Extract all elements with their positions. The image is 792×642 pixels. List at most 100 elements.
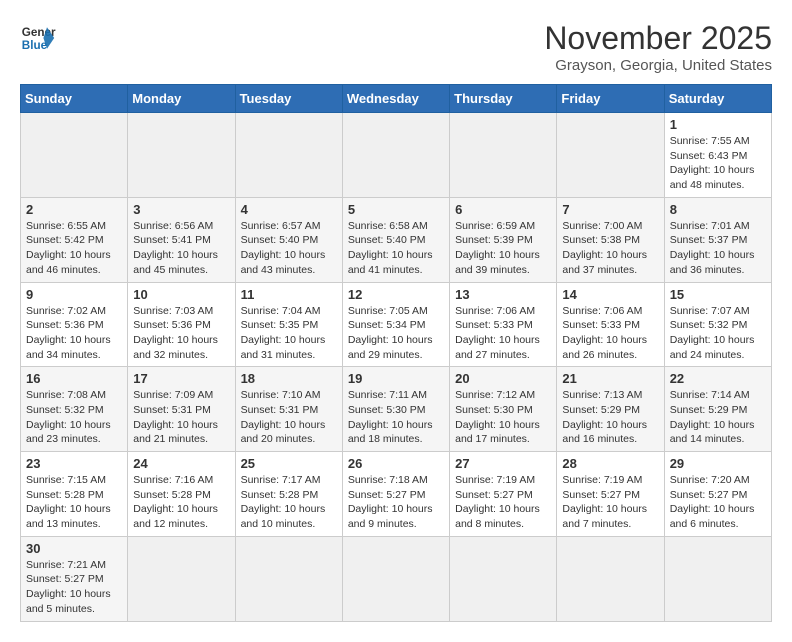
day-number: 12 <box>348 287 444 302</box>
column-header-sunday: Sunday <box>21 85 128 113</box>
location: Grayson, Georgia, United States <box>544 57 772 74</box>
calendar-cell <box>557 536 664 621</box>
logo-icon: General Blue <box>20 20 56 56</box>
logo: General Blue <box>20 20 56 56</box>
day-number: 3 <box>133 202 229 217</box>
day-number: 30 <box>26 541 122 556</box>
calendar-cell: 9Sunrise: 7:02 AM Sunset: 5:36 PM Daylig… <box>21 282 128 367</box>
calendar-cell: 12 Sunrise: 7:05 AM Sunset: 5:34 PM Dayli… <box>342 282 449 367</box>
day-info: Sunrise: 7:12 AM Sunset: 5:30 PM Dayligh… <box>455 388 551 447</box>
column-header-tuesday: Tuesday <box>235 85 342 113</box>
calendar-cell <box>342 113 449 198</box>
column-header-thursday: Thursday <box>450 85 557 113</box>
day-info: Sunrise: 7:17 AM Sunset: 5:28 PM Dayligh… <box>241 473 337 532</box>
day-info: Sunrise: 7:08 AM Sunset: 5:32 PM Dayligh… <box>26 388 122 447</box>
calendar-cell: 24 Sunrise: 7:16 AM Sunset: 5:28 PM Dayli… <box>128 452 235 537</box>
calendar-table: SundayMondayTuesdayWednesdayThursdayFrid… <box>20 84 772 622</box>
day-info: Sunrise: 7:16 AM Sunset: 5:28 PM Dayligh… <box>133 473 229 532</box>
calendar-cell: 2 Sunrise: 6:55 AM Sunset: 5:42 PM Daylig… <box>21 197 128 282</box>
day-number: 6 <box>455 202 551 217</box>
day-number: 11 <box>241 287 337 302</box>
calendar-cell: 27 Sunrise: 7:19 AM Sunset: 5:27 PM Dayli… <box>450 452 557 537</box>
calendar-cell: 22 Sunrise: 7:14 AM Sunset: 5:29 PM Dayli… <box>664 367 771 452</box>
calendar-cell <box>664 536 771 621</box>
calendar-cell <box>342 536 449 621</box>
title-block: November 2025 Grayson, Georgia, United S… <box>544 20 772 74</box>
calendar-week-row: 16 Sunrise: 7:08 AM Sunset: 5:32 PM Dayli… <box>21 367 772 452</box>
calendar-cell: 18 Sunrise: 7:10 AM Sunset: 5:31 PM Dayli… <box>235 367 342 452</box>
day-info: Sunrise: 7:03 AM Sunset: 5:36 PM Dayligh… <box>133 304 229 363</box>
calendar-cell: 4Sunrise: 6:57 AM Sunset: 5:40 PM Daylig… <box>235 197 342 282</box>
day-info: Sunrise: 7:06 AM Sunset: 5:33 PM Dayligh… <box>562 304 658 363</box>
day-info: Sunrise: 7:10 AM Sunset: 5:31 PM Dayligh… <box>241 388 337 447</box>
calendar-cell <box>21 113 128 198</box>
day-info: Sunrise: 7:55 AM Sunset: 6:43 PM Dayligh… <box>670 134 766 193</box>
calendar-cell: 21Sunrise: 7:13 AM Sunset: 5:29 PM Dayli… <box>557 367 664 452</box>
day-number: 14 <box>562 287 658 302</box>
day-info: Sunrise: 7:05 AM Sunset: 5:34 PM Dayligh… <box>348 304 444 363</box>
calendar-cell <box>450 536 557 621</box>
calendar-cell: 7Sunrise: 7:00 AM Sunset: 5:38 PM Daylig… <box>557 197 664 282</box>
day-number: 23 <box>26 456 122 471</box>
calendar-cell: 14 Sunrise: 7:06 AM Sunset: 5:33 PM Dayli… <box>557 282 664 367</box>
calendar-cell <box>557 113 664 198</box>
day-info: Sunrise: 6:55 AM Sunset: 5:42 PM Dayligh… <box>26 219 122 278</box>
day-number: 18 <box>241 371 337 386</box>
day-number: 27 <box>455 456 551 471</box>
calendar-cell: 30Sunrise: 7:21 AM Sunset: 5:27 PM Dayli… <box>21 536 128 621</box>
day-info: Sunrise: 6:59 AM Sunset: 5:39 PM Dayligh… <box>455 219 551 278</box>
day-info: Sunrise: 7:11 AM Sunset: 5:30 PM Dayligh… <box>348 388 444 447</box>
calendar-week-row: 9Sunrise: 7:02 AM Sunset: 5:36 PM Daylig… <box>21 282 772 367</box>
day-info: Sunrise: 7:01 AM Sunset: 5:37 PM Dayligh… <box>670 219 766 278</box>
day-number: 13 <box>455 287 551 302</box>
calendar-cell: 13Sunrise: 7:06 AM Sunset: 5:33 PM Dayli… <box>450 282 557 367</box>
day-number: 24 <box>133 456 229 471</box>
calendar-week-row: 1 Sunrise: 7:55 AM Sunset: 6:43 PM Daylig… <box>21 113 772 198</box>
calendar-cell: 23Sunrise: 7:15 AM Sunset: 5:28 PM Dayli… <box>21 452 128 537</box>
calendar-cell: 19Sunrise: 7:11 AM Sunset: 5:30 PM Dayli… <box>342 367 449 452</box>
day-info: Sunrise: 7:20 AM Sunset: 5:27 PM Dayligh… <box>670 473 766 532</box>
day-number: 26 <box>348 456 444 471</box>
calendar-cell: 10 Sunrise: 7:03 AM Sunset: 5:36 PM Dayli… <box>128 282 235 367</box>
day-info: Sunrise: 6:58 AM Sunset: 5:40 PM Dayligh… <box>348 219 444 278</box>
day-info: Sunrise: 7:18 AM Sunset: 5:27 PM Dayligh… <box>348 473 444 532</box>
calendar-cell: 17 Sunrise: 7:09 AM Sunset: 5:31 PM Dayli… <box>128 367 235 452</box>
day-info: Sunrise: 7:19 AM Sunset: 5:27 PM Dayligh… <box>455 473 551 532</box>
day-number: 22 <box>670 371 766 386</box>
svg-text:Blue: Blue <box>22 39 48 52</box>
day-info: Sunrise: 7:00 AM Sunset: 5:38 PM Dayligh… <box>562 219 658 278</box>
day-number: 5 <box>348 202 444 217</box>
calendar-cell: 15Sunrise: 7:07 AM Sunset: 5:32 PM Dayli… <box>664 282 771 367</box>
day-number: 2 <box>26 202 122 217</box>
calendar-cell: 28Sunrise: 7:19 AM Sunset: 5:27 PM Dayli… <box>557 452 664 537</box>
page-header: General Blue November 2025 Grayson, Geor… <box>20 20 772 74</box>
calendar-week-row: 2 Sunrise: 6:55 AM Sunset: 5:42 PM Daylig… <box>21 197 772 282</box>
calendar-cell: 25 Sunrise: 7:17 AM Sunset: 5:28 PM Dayli… <box>235 452 342 537</box>
calendar-week-row: 30Sunrise: 7:21 AM Sunset: 5:27 PM Dayli… <box>21 536 772 621</box>
day-number: 9 <box>26 287 122 302</box>
column-header-saturday: Saturday <box>664 85 771 113</box>
calendar-cell <box>128 536 235 621</box>
day-number: 17 <box>133 371 229 386</box>
calendar-cell: 11Sunrise: 7:04 AM Sunset: 5:35 PM Dayli… <box>235 282 342 367</box>
day-info: Sunrise: 6:56 AM Sunset: 5:41 PM Dayligh… <box>133 219 229 278</box>
calendar-cell <box>450 113 557 198</box>
day-number: 25 <box>241 456 337 471</box>
day-number: 21 <box>562 371 658 386</box>
calendar-cell: 20 Sunrise: 7:12 AM Sunset: 5:30 PM Dayli… <box>450 367 557 452</box>
day-info: Sunrise: 6:57 AM Sunset: 5:40 PM Dayligh… <box>241 219 337 278</box>
day-number: 28 <box>562 456 658 471</box>
day-number: 16 <box>26 371 122 386</box>
day-info: Sunrise: 7:14 AM Sunset: 5:29 PM Dayligh… <box>670 388 766 447</box>
calendar-cell: 16 Sunrise: 7:08 AM Sunset: 5:32 PM Dayli… <box>21 367 128 452</box>
calendar-cell <box>235 113 342 198</box>
calendar-cell <box>235 536 342 621</box>
day-number: 10 <box>133 287 229 302</box>
day-number: 20 <box>455 371 551 386</box>
column-header-wednesday: Wednesday <box>342 85 449 113</box>
calendar-cell <box>128 113 235 198</box>
day-number: 8 <box>670 202 766 217</box>
day-info: Sunrise: 7:09 AM Sunset: 5:31 PM Dayligh… <box>133 388 229 447</box>
day-info: Sunrise: 7:07 AM Sunset: 5:32 PM Dayligh… <box>670 304 766 363</box>
day-number: 1 <box>670 117 766 132</box>
